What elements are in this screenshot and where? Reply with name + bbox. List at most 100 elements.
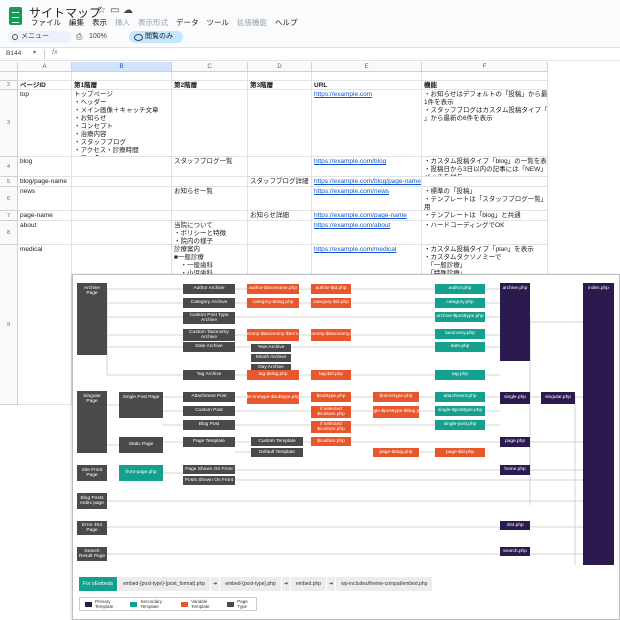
- legend-swatch-0: [85, 601, 92, 607]
- url-cell[interactable]: https://example.com: [312, 90, 422, 157]
- menu-item-3[interactable]: 挿入: [111, 17, 134, 29]
- search-menus-button[interactable]: メニュー: [8, 31, 72, 43]
- header-cell[interactable]: 第3階層: [248, 81, 312, 90]
- url-cell[interactable]: https://example.com/blog/page-name: [312, 177, 422, 187]
- table-cell[interactable]: [172, 211, 248, 221]
- table-cell[interactable]: top: [18, 90, 72, 157]
- move-folder-icon[interactable]: ▭: [110, 5, 119, 16]
- table-cell[interactable]: トップページ ・ヘッダー ・メイン画像＋キャッチ文章 ・お知らせ ・コンセプト …: [72, 90, 172, 157]
- secondary-singular-1: single-$posttype.php: [435, 406, 485, 416]
- single-post-page-node: Single Post Page: [119, 392, 163, 418]
- column-header-A[interactable]: A: [18, 62, 72, 72]
- table-cell[interactable]: page-name: [18, 211, 72, 221]
- row-header-1[interactable]: [0, 72, 18, 81]
- table-cell[interactable]: ・標準の「投稿」 ・テンプレートは「スタッフブログ一覧」を汎 用: [422, 187, 548, 211]
- menu-item-0[interactable]: ファイル: [27, 17, 65, 29]
- header-cell[interactable]: 第1階層: [72, 81, 172, 90]
- star-icon[interactable]: ☆: [97, 5, 106, 16]
- menu-item-1[interactable]: 編集: [65, 17, 88, 29]
- legend-label-0: Primary Template: [94, 599, 114, 609]
- archive-node-5: Tag Archive: [183, 370, 235, 380]
- variable-page-slug: page-$slug.php: [373, 448, 419, 457]
- table-cell[interactable]: [248, 72, 312, 81]
- legend-swatch-1: [130, 601, 138, 607]
- column-header-D[interactable]: D: [248, 62, 312, 72]
- row-header-9[interactable]: 9: [0, 245, 18, 405]
- cloud-status-icon[interactable]: ☁: [123, 5, 133, 16]
- url-cell[interactable]: https://example.com/about: [312, 221, 422, 245]
- corner-cell[interactable]: [0, 62, 18, 72]
- table-cell[interactable]: news: [18, 187, 72, 211]
- row-header-7[interactable]: 7: [0, 211, 18, 221]
- menu-item-2[interactable]: 表示: [88, 17, 111, 29]
- single-child-0: Attachment Post: [183, 392, 235, 402]
- row-header-2[interactable]: 2: [0, 81, 18, 90]
- url-cell[interactable]: https://example.com/news: [312, 187, 422, 211]
- url-cell[interactable]: https://example.com/page-name: [312, 211, 422, 221]
- column-header-F[interactable]: F: [422, 62, 548, 72]
- table-cell[interactable]: [72, 211, 172, 221]
- column-header-B[interactable]: B: [72, 62, 172, 72]
- table-cell[interactable]: ・テンプレートは「blog」と共通: [422, 211, 548, 221]
- row-header-5[interactable]: 5: [0, 177, 18, 187]
- table-cell[interactable]: [248, 157, 312, 177]
- table-cell[interactable]: about: [18, 221, 72, 245]
- primary-search: search.php: [500, 547, 530, 556]
- primary-template-index: index.php: [583, 283, 614, 565]
- zoom-select[interactable]: 100%: [89, 31, 107, 43]
- legend-swatch-2: [181, 601, 189, 607]
- table-cell[interactable]: お知らせ一覧: [172, 187, 248, 211]
- table-cell[interactable]: [72, 187, 172, 211]
- row-header-8[interactable]: 8: [0, 221, 18, 245]
- table-cell[interactable]: ・ハードコーディングでOK: [422, 221, 548, 245]
- header-cell[interactable]: ページID: [18, 81, 72, 90]
- table-cell[interactable]: [72, 177, 172, 187]
- variable-template-author-id: author-$id.php: [311, 284, 351, 294]
- table-cell[interactable]: スタッフブログ一覧: [172, 157, 248, 177]
- chevron-down-icon[interactable]: ▾: [33, 49, 36, 56]
- url-cell[interactable]: https://example.com/blog: [312, 157, 422, 177]
- table-cell[interactable]: スタッフブログ詳細: [248, 177, 312, 187]
- menu-item-4[interactable]: 表示形式: [134, 17, 172, 29]
- sheets-logo-icon[interactable]: [9, 7, 22, 25]
- variable-custom-selected: if selected $custom.php: [311, 406, 351, 418]
- view-only-button[interactable]: 閲覧のみ: [129, 31, 183, 43]
- table-cell[interactable]: medical: [18, 245, 72, 405]
- row-header-4[interactable]: 4: [0, 157, 18, 177]
- print-icon[interactable]: ⎙: [76, 31, 82, 43]
- row-header-3[interactable]: 3: [0, 90, 18, 157]
- table-cell[interactable]: [172, 72, 248, 81]
- table-cell[interactable]: ・カスタム投稿タイプ「blog」の一覧を表示 ・投稿日から3日以内の記事には「N…: [422, 157, 548, 177]
- table-cell[interactable]: [72, 72, 172, 81]
- table-cell[interactable]: [422, 72, 548, 81]
- archive-node-3: Custom Taxonomy Archive: [183, 329, 235, 341]
- table-cell[interactable]: [248, 221, 312, 245]
- table-cell[interactable]: [72, 221, 172, 245]
- name-box[interactable]: B144: [6, 50, 21, 57]
- table-cell[interactable]: [248, 90, 312, 157]
- table-cell[interactable]: [172, 90, 248, 157]
- table-cell[interactable]: ・お知らせはデフォルトの「投稿」から最新の 1件を表示 ・スタッフブログはカスタ…: [422, 90, 548, 157]
- row-header-6[interactable]: 6: [0, 187, 18, 211]
- secondary-template-4: date.php: [435, 342, 485, 352]
- table-cell[interactable]: [18, 72, 72, 81]
- table-cell[interactable]: [172, 177, 248, 187]
- table-cell[interactable]: お知らせ詳細: [248, 211, 312, 221]
- table-cell[interactable]: [312, 72, 422, 81]
- column-header-C[interactable]: C: [172, 62, 248, 72]
- single-child-2: Blog Post: [183, 420, 235, 430]
- table-cell[interactable]: [72, 157, 172, 177]
- table-cell[interactable]: [248, 187, 312, 211]
- menu-item-8[interactable]: ヘルプ: [271, 17, 302, 29]
- table-cell[interactable]: blog/page-name: [18, 177, 72, 187]
- menu-item-6[interactable]: ツール: [203, 17, 234, 29]
- header-cell[interactable]: URL: [312, 81, 422, 90]
- table-cell[interactable]: [422, 177, 548, 187]
- header-cell[interactable]: 第2階層: [172, 81, 248, 90]
- header-cell[interactable]: 機能: [422, 81, 548, 90]
- table-cell[interactable]: blog: [18, 157, 72, 177]
- column-header-E[interactable]: E: [312, 62, 422, 72]
- menu-item-5[interactable]: データ: [172, 17, 203, 29]
- table-cell[interactable]: 当院について ・ポリシーと特徴 ・院内の様子: [172, 221, 248, 245]
- menu-item-7[interactable]: 拡張機能: [233, 17, 271, 29]
